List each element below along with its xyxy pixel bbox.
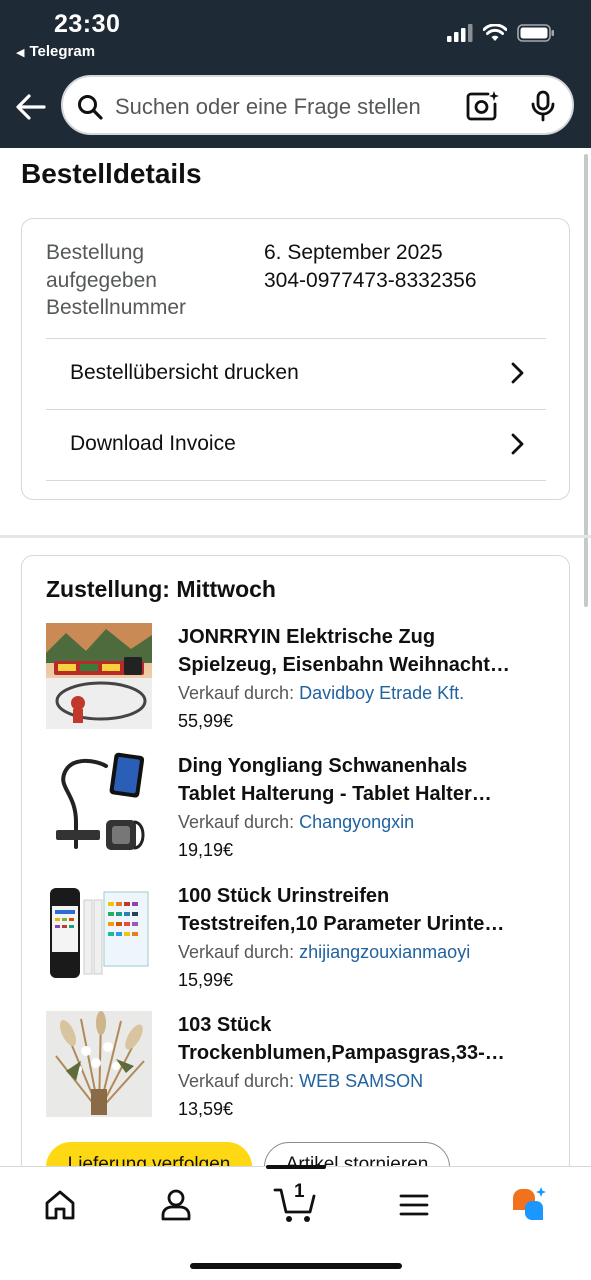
status-time: 23:30 xyxy=(54,10,121,38)
order-date-value: 6. September 2025 xyxy=(264,241,443,264)
seller-prefix: Verkauf durch: xyxy=(178,942,295,962)
bottom-navigation: 1 xyxy=(0,1165,591,1280)
back-to-app-link[interactable]: ◀ Telegram xyxy=(16,43,95,60)
back-triangle-icon: ◀ xyxy=(16,47,25,59)
product-image-train[interactable] xyxy=(46,623,152,729)
item-title-line2[interactable]: Teststreifen,10 Parameter Urinte… xyxy=(178,910,548,938)
status-bar: 23:30 ◀ Telegram xyxy=(0,0,591,72)
seller-link[interactable]: WEB SAMSON xyxy=(299,1071,423,1091)
order-labels: Bestellung aufgegeben Bestellnummer xyxy=(46,239,216,322)
item-price: 19,19€ xyxy=(178,840,234,860)
wifi-icon xyxy=(483,24,507,41)
seller-prefix: Verkauf durch: xyxy=(178,1071,295,1091)
item-title-line2[interactable]: Trockenblumen,Pampasgras,33-… xyxy=(178,1039,548,1067)
download-invoice-link[interactable]: Download Invoice xyxy=(46,409,546,481)
status-icons xyxy=(447,24,555,42)
order-info-card: Bestellung aufgegeben Bestellnummer 6. S… xyxy=(21,218,570,500)
search-bar[interactable]: Suchen oder eine Frage stellen xyxy=(61,75,574,135)
microphone-icon[interactable] xyxy=(530,90,556,122)
order-number-label: Bestellnummer xyxy=(46,296,187,319)
scrollbar[interactable] xyxy=(584,154,588,607)
item-title-line1[interactable]: Ding Yongliang Schwanenhals xyxy=(178,752,548,780)
cart-button[interactable]: 1 xyxy=(272,1179,320,1227)
back-app-label: Telegram xyxy=(29,43,96,60)
battery-icon xyxy=(517,24,554,42)
search-header: Suchen oder eine Frage stellen xyxy=(0,72,591,148)
active-tab-indicator xyxy=(266,1165,326,1169)
section-divider xyxy=(0,535,591,538)
item-details: Ding Yongliang Schwanenhals Tablet Halte… xyxy=(178,752,548,864)
search-icon xyxy=(78,95,103,120)
item-details: JONRRYIN Elektrische Zug Spielzeug, Eise… xyxy=(178,623,548,735)
item-price: 15,99€ xyxy=(178,970,234,990)
chevron-right-icon xyxy=(511,362,524,384)
order-values: 6. September 2025 304-0977473-8332356 xyxy=(264,239,477,294)
home-icon[interactable] xyxy=(40,1185,80,1225)
product-image-dried-flowers[interactable] xyxy=(46,1011,152,1117)
order-date-label: Bestellung aufgegeben xyxy=(46,241,157,292)
seller-link[interactable]: Davidboy Etrade Kft. xyxy=(299,683,464,703)
order-item[interactable]: 103 Stück Trockenblumen,Pampasgras,33-… … xyxy=(46,1011,546,1121)
home-indicator[interactable] xyxy=(190,1263,402,1269)
item-title-line1[interactable]: 103 Stück xyxy=(178,1011,548,1039)
chevron-right-icon xyxy=(511,433,524,455)
menu-icon[interactable] xyxy=(394,1185,434,1225)
account-icon[interactable] xyxy=(156,1185,196,1225)
signal-icon xyxy=(447,24,473,42)
seller-prefix: Verkauf durch: xyxy=(178,812,295,832)
print-summary-link[interactable]: Bestellübersicht drucken xyxy=(46,338,546,410)
print-summary-label: Bestellübersicht drucken xyxy=(70,361,299,384)
download-invoice-label: Download Invoice xyxy=(70,432,236,455)
seller-link[interactable]: Changyongxin xyxy=(299,812,414,832)
shipment-card: Zustellung: Mittwoch JONRRYIN Elektrisch… xyxy=(21,555,570,1195)
order-item[interactable]: JONRRYIN Elektrische Zug Spielzeug, Eise… xyxy=(46,623,546,733)
back-arrow-icon[interactable] xyxy=(14,90,48,124)
camera-search-icon[interactable] xyxy=(466,90,500,122)
seller-link[interactable]: zhijiangzouxianmaoyi xyxy=(299,942,470,962)
product-image-test-strips[interactable] xyxy=(46,882,152,988)
order-number-value: 304-0977473-8332356 xyxy=(264,268,477,292)
item-title-line2[interactable]: Tablet Halterung - Tablet Halter… xyxy=(178,780,548,808)
order-item[interactable]: 100 Stück Urinstreifen Teststreifen,10 P… xyxy=(46,882,546,992)
product-image-tablet-holder[interactable] xyxy=(46,752,152,858)
page-title: Bestelldetails xyxy=(21,158,202,189)
cart-count-badge: 1 xyxy=(294,1181,305,1202)
order-item[interactable]: Ding Yongliang Schwanenhals Tablet Halte… xyxy=(46,752,546,862)
shipment-title: Zustellung: Mittwoch xyxy=(46,576,276,602)
search-placeholder[interactable]: Suchen oder eine Frage stellen xyxy=(115,94,421,120)
item-title-line1[interactable]: 100 Stück Urinstreifen xyxy=(178,882,548,910)
seller-prefix: Verkauf durch: xyxy=(178,683,295,703)
rufus-ai-icon[interactable] xyxy=(508,1185,548,1225)
item-title-line1[interactable]: JONRRYIN Elektrische Zug xyxy=(178,623,548,651)
item-title-line2[interactable]: Spielzeug, Eisenbahn Weihnacht… xyxy=(178,651,548,679)
item-price: 13,59€ xyxy=(178,1099,234,1119)
item-price: 55,99€ xyxy=(178,711,234,731)
item-details: 103 Stück Trockenblumen,Pampasgras,33-… … xyxy=(178,1011,548,1123)
item-details: 100 Stück Urinstreifen Teststreifen,10 P… xyxy=(178,882,548,994)
